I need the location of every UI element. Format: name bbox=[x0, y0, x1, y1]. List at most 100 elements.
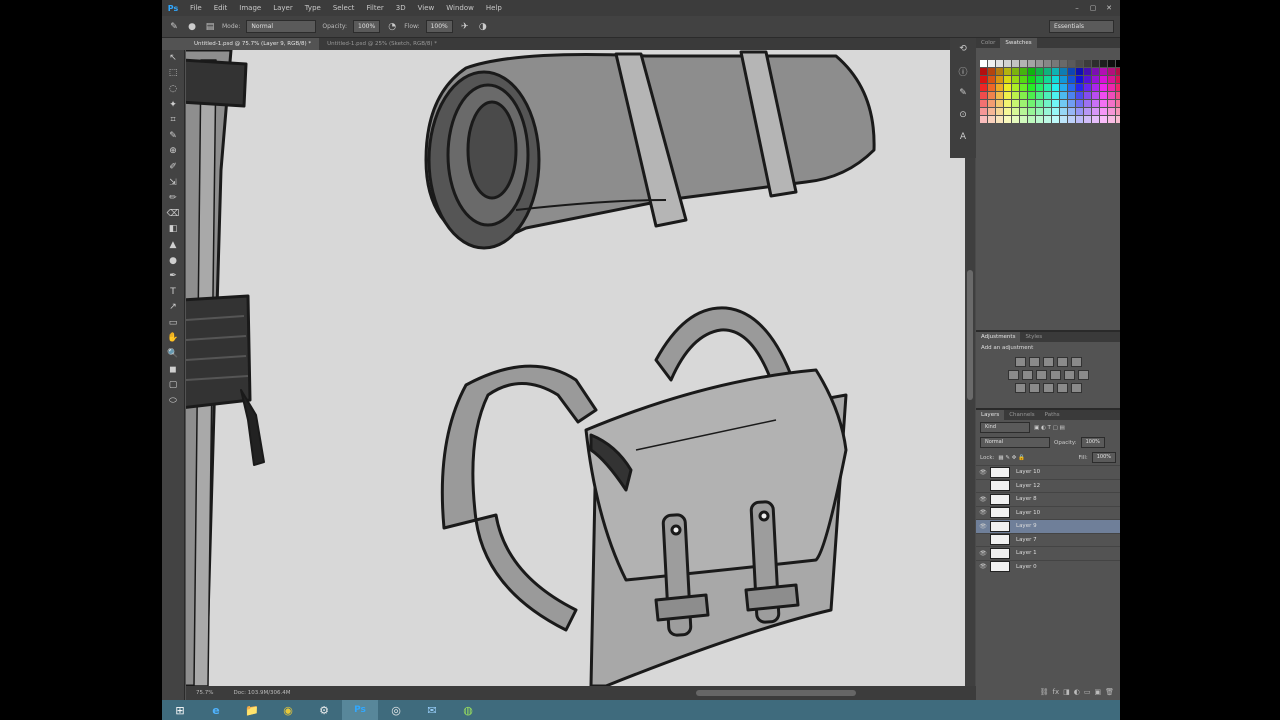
color-swatch[interactable] bbox=[1020, 108, 1027, 115]
color-swatch[interactable] bbox=[1004, 100, 1011, 107]
layer-name[interactable]: Layer 8 bbox=[1016, 496, 1037, 502]
menu-type[interactable]: Type bbox=[299, 4, 327, 12]
internet-explorer-icon[interactable]: e bbox=[198, 700, 234, 720]
color-swatch[interactable] bbox=[996, 116, 1003, 123]
document-canvas[interactable] bbox=[186, 50, 966, 688]
color-swatch[interactable] bbox=[1100, 84, 1107, 91]
color-swatch[interactable] bbox=[1108, 108, 1115, 115]
layer-row[interactable]: 👁 Layer 10 bbox=[976, 465, 1120, 479]
layer-row[interactable]: 👁 Layer 10 bbox=[976, 505, 1120, 520]
color-swatch[interactable] bbox=[1116, 84, 1120, 91]
color-swatch[interactable] bbox=[1044, 68, 1051, 75]
color-swatch[interactable] bbox=[980, 76, 987, 83]
color-swatch[interactable] bbox=[1068, 100, 1075, 107]
color-swatch[interactable] bbox=[1060, 108, 1067, 115]
color-swatch[interactable] bbox=[1068, 76, 1075, 83]
layer-name[interactable]: Layer 9 bbox=[1016, 523, 1037, 529]
color-swatch[interactable] bbox=[1052, 68, 1059, 75]
menu-filter[interactable]: Filter bbox=[360, 4, 389, 12]
color-swatch[interactable] bbox=[1108, 116, 1115, 123]
color-swatch[interactable] bbox=[1060, 92, 1067, 99]
new-layer-icon[interactable]: ▣ bbox=[1094, 688, 1101, 696]
screen-mode-icon[interactable]: ⬭ bbox=[162, 393, 184, 409]
lock-icons[interactable]: ▦ ✎ ✥ 🔒 bbox=[998, 455, 1025, 461]
color-swatch[interactable] bbox=[1012, 60, 1019, 67]
tab-adjustments[interactable]: Adjustments bbox=[976, 332, 1021, 342]
spotify-icon[interactable]: ◍ bbox=[450, 700, 486, 720]
color-swatch[interactable] bbox=[1060, 76, 1067, 83]
color-swatch[interactable] bbox=[1068, 116, 1075, 123]
color-swatch[interactable] bbox=[1020, 76, 1027, 83]
color-swatch[interactable] bbox=[988, 92, 995, 99]
color-swatch[interactable] bbox=[996, 92, 1003, 99]
color-swatch[interactable] bbox=[1004, 84, 1011, 91]
color-swatch[interactable] bbox=[1100, 76, 1107, 83]
color-swatch[interactable] bbox=[1012, 100, 1019, 107]
visibility-eye-icon[interactable]: 👁 bbox=[976, 469, 990, 476]
color-swatch[interactable] bbox=[1092, 116, 1099, 123]
tab-layers[interactable]: Layers bbox=[976, 410, 1005, 420]
color-swatch[interactable] bbox=[1116, 108, 1120, 115]
color-swatch[interactable] bbox=[1108, 92, 1115, 99]
color-swatch[interactable] bbox=[1020, 84, 1027, 91]
layer-name[interactable]: Layer 10 bbox=[1016, 469, 1040, 475]
color-swatch[interactable] bbox=[1036, 84, 1043, 91]
color-swatch[interactable] bbox=[1052, 84, 1059, 91]
color-swatch[interactable] bbox=[1060, 116, 1067, 123]
color-swatch[interactable] bbox=[1092, 60, 1099, 67]
color-swatch[interactable] bbox=[1060, 84, 1067, 91]
brush-panel-icon[interactable]: ✎ bbox=[950, 82, 976, 104]
color-swatch[interactable] bbox=[980, 100, 987, 107]
menu-edit[interactable]: Edit bbox=[208, 4, 234, 12]
layer-row[interactable]: 👁 Layer 9 bbox=[976, 519, 1120, 533]
color-swatch[interactable] bbox=[1076, 92, 1083, 99]
color-swatch[interactable] bbox=[1116, 100, 1120, 107]
color-swatch[interactable] bbox=[996, 68, 1003, 75]
color-swatch[interactable] bbox=[1028, 92, 1035, 99]
color-swatch[interactable] bbox=[1020, 100, 1027, 107]
color-swatch[interactable] bbox=[980, 84, 987, 91]
color-swatch[interactable] bbox=[1060, 68, 1067, 75]
color-swatch[interactable] bbox=[1044, 100, 1051, 107]
minimize-button[interactable]: – bbox=[1072, 4, 1082, 12]
color-swatch[interactable] bbox=[1012, 84, 1019, 91]
color-swatch[interactable] bbox=[996, 76, 1003, 83]
color-swatch[interactable] bbox=[1020, 60, 1027, 67]
color-swatch[interactable] bbox=[1036, 60, 1043, 67]
vibrance-adjustment-icon[interactable] bbox=[1070, 357, 1082, 367]
layer-row[interactable]: Layer 12 bbox=[976, 478, 1120, 493]
tab-untitled-1-layer9[interactable]: Untitled-1.psd @ 75.7% (Layer 9, RGB/8) … bbox=[186, 38, 320, 50]
tab-channels[interactable]: Channels bbox=[1004, 410, 1039, 420]
color-swatch[interactable] bbox=[1052, 92, 1059, 99]
blur-tool-icon[interactable]: ▲ bbox=[162, 237, 184, 253]
move-tool-icon[interactable]: ↖ bbox=[162, 50, 184, 66]
eyedropper-tool-icon[interactable]: ✎ bbox=[162, 128, 184, 144]
mode-select[interactable]: Normal bbox=[246, 20, 317, 33]
color-swatch[interactable] bbox=[1044, 84, 1051, 91]
color-swatch[interactable] bbox=[1044, 76, 1051, 83]
pressure-opacity-icon[interactable]: ◔ bbox=[386, 21, 398, 33]
brush-panel-icon[interactable]: ▤ bbox=[204, 21, 216, 33]
color-swatch[interactable] bbox=[1076, 76, 1083, 83]
color-swatch[interactable] bbox=[1116, 68, 1120, 75]
color-swatch[interactable] bbox=[1036, 116, 1043, 123]
marquee-tool-icon[interactable]: ⬚ bbox=[162, 66, 184, 82]
menu-select[interactable]: Select bbox=[327, 4, 361, 12]
history-brush-tool-icon[interactable]: ✏ bbox=[162, 190, 184, 206]
color-swatch[interactable] bbox=[1076, 84, 1083, 91]
color-swatch[interactable] bbox=[980, 108, 987, 115]
color-swatch[interactable] bbox=[1036, 100, 1043, 107]
layer-name[interactable]: Layer 1 bbox=[1016, 550, 1037, 556]
color-swatch[interactable] bbox=[988, 100, 995, 107]
color-swatch[interactable] bbox=[1028, 60, 1035, 67]
clone-source-panel-icon[interactable]: ⊙ bbox=[950, 104, 976, 126]
color-swatch[interactable] bbox=[1028, 100, 1035, 107]
hue-saturation-icon[interactable] bbox=[1007, 370, 1019, 380]
blend-mode-select[interactable]: Normal bbox=[980, 437, 1050, 448]
color-swatch[interactable] bbox=[1100, 108, 1107, 115]
chrome-icon[interactable]: ◉ bbox=[270, 700, 306, 720]
color-swatch[interactable] bbox=[980, 68, 987, 75]
menu-layer[interactable]: Layer bbox=[267, 4, 299, 12]
color-swatch[interactable] bbox=[1044, 92, 1051, 99]
lasso-tool-icon[interactable]: ◌ bbox=[162, 81, 184, 97]
